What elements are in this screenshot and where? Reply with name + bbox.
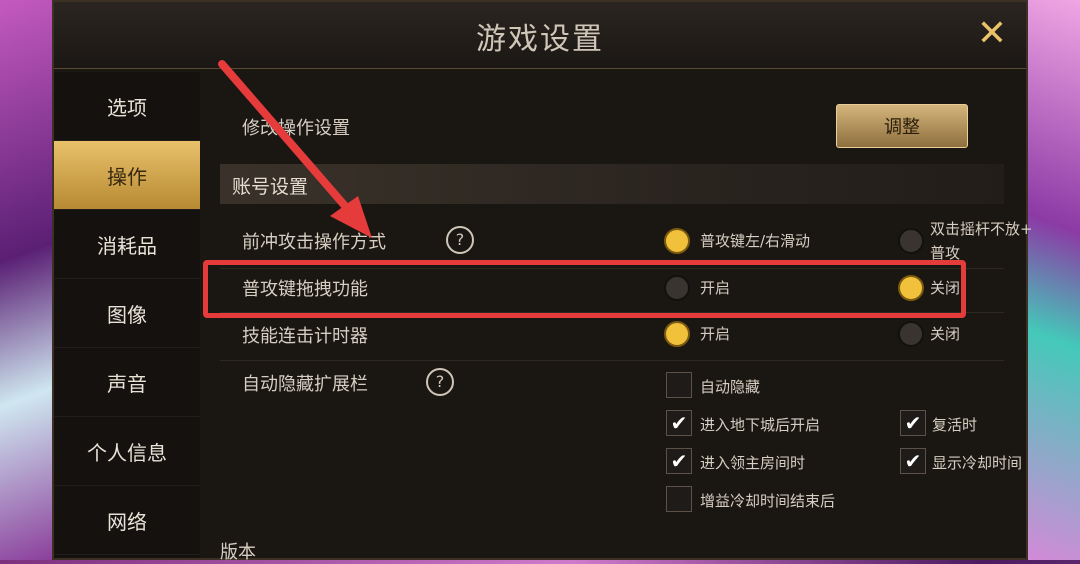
sidebar-item-consumables[interactable]: 消耗品 (54, 210, 200, 279)
skill-combo-timer-on-radio[interactable] (664, 321, 690, 347)
dash-attack-option1-label: 普攻键左/右滑动 (700, 232, 811, 250)
title-bar: 游戏设置 ✕ (54, 2, 1026, 69)
background-right (1020, 0, 1080, 560)
skill-combo-timer-label: 技能连击计时器 (242, 326, 368, 347)
cooldown-checkbox-label: 显示冷却时间 (932, 454, 1023, 472)
dash-attack-option2-label-line1: 双击摇杆不放+ (930, 220, 1033, 238)
background-left (0, 0, 60, 560)
help-circle-icon[interactable]: ? (446, 226, 474, 254)
divider (220, 360, 1004, 361)
sidebar-item-label: 消耗品 (97, 233, 157, 258)
sidebar-item-label: 操作 (107, 164, 147, 189)
version-label: 版本 (220, 542, 256, 563)
dash-attack-option1-radio[interactable] (664, 228, 690, 254)
skill-combo-timer-on-label: 开启 (700, 325, 731, 343)
sidebar-item-label: 选项 (107, 95, 147, 120)
window-title: 游戏设置 (476, 22, 604, 57)
sidebar-item-network[interactable]: 网络 (54, 486, 200, 555)
buff-checkbox[interactable] (666, 486, 692, 512)
highlight-box (203, 260, 966, 318)
sidebar-item-label: 网络 (107, 509, 147, 534)
modify-control-label: 修改操作设置 (242, 118, 350, 139)
sidebar-item-sound[interactable]: 声音 (54, 348, 200, 417)
sidebar-item-label: 个人信息 (87, 440, 167, 465)
dash-attack-option2-radio[interactable] (898, 228, 924, 254)
sidebar-item-graphics[interactable]: 图像 (54, 279, 200, 348)
dungeon-checkbox[interactable]: ✔ (666, 410, 692, 436)
skill-combo-timer-off-radio[interactable] (898, 321, 924, 347)
sidebar-item-controls[interactable]: 操作 (54, 141, 200, 210)
sidebar-item-label: 图像 (107, 302, 147, 327)
sidebar-item-label: 声音 (107, 371, 147, 396)
sidebar: 选项 操作 消耗品 图像 声音 个人信息 网络 (54, 72, 200, 558)
dash-attack-label: 前冲攻击操作方式 (242, 232, 386, 253)
auto-hide-bar-label: 自动隐藏扩展栏 (242, 374, 368, 395)
section-header (220, 164, 1004, 204)
close-x-icon[interactable]: ✕ (972, 14, 1012, 54)
cooldown-checkbox[interactable]: ✔ (900, 448, 926, 474)
revive-checkbox-label: 复活时 (932, 416, 978, 434)
boss-room-checkbox[interactable]: ✔ (666, 448, 692, 474)
revive-checkbox[interactable]: ✔ (900, 410, 926, 436)
auto-hide-checkbox-label: 自动隐藏 (700, 378, 761, 396)
adjust-button[interactable]: 调整 (836, 104, 968, 148)
sidebar-item-profile[interactable]: 个人信息 (54, 417, 200, 486)
section-title: 账号设置 (232, 176, 309, 198)
dungeon-checkbox-label: 进入地下城后开启 (700, 416, 821, 434)
help-circle-icon[interactable]: ? (426, 368, 454, 396)
buff-checkbox-label: 增益冷却时间结束后 (700, 492, 836, 510)
skill-combo-timer-off-label: 关闭 (930, 325, 961, 343)
sidebar-item-options[interactable]: 选项 (54, 72, 200, 141)
boss-room-checkbox-label: 进入领主房间时 (700, 454, 806, 472)
auto-hide-checkbox[interactable] (666, 372, 692, 398)
